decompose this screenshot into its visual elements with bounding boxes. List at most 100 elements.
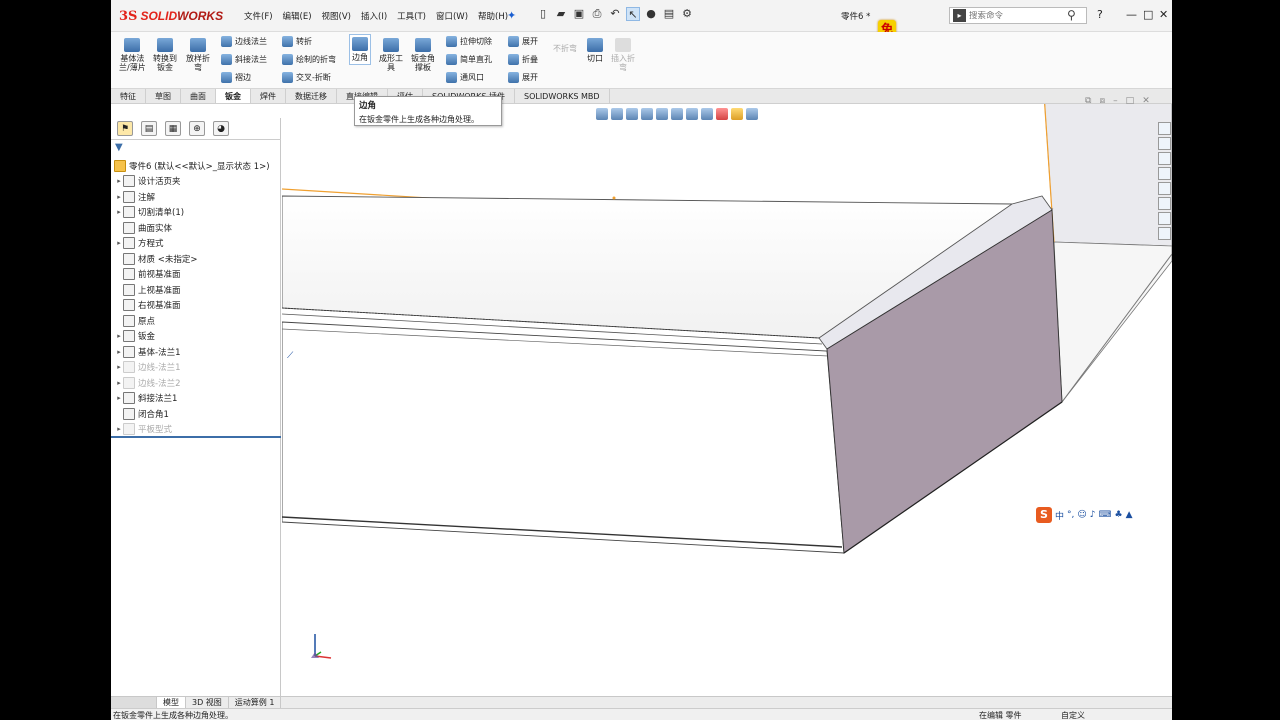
sheet-metal-gusset-button[interactable]: 钣金角 撑板	[411, 38, 435, 72]
extra-pane-icon[interactable]	[1158, 227, 1171, 240]
filter-icon[interactable]: ▼	[115, 142, 123, 153]
expand-arrow-icon[interactable]: ▸	[115, 379, 123, 387]
convert-to-sheet-metal-button[interactable]: 转换到 钣金	[153, 38, 177, 72]
sogou-logo-icon[interactable]: S	[1036, 507, 1052, 523]
tab-sketch[interactable]: 草图	[146, 89, 181, 103]
edge-flange-button[interactable]: 边线法兰	[221, 36, 267, 47]
tab-model[interactable]: 模型	[157, 697, 186, 708]
expand-arrow-icon[interactable]: ▸	[115, 363, 123, 371]
viewport-tile-icon[interactable]: ⧈	[1099, 96, 1105, 106]
tab-features[interactable]: 特征	[111, 89, 146, 103]
solidworks-forum-icon[interactable]	[1158, 212, 1171, 225]
tab-solidworks-mbd[interactable]: SOLIDWORKS MBD	[515, 89, 610, 103]
jog-button[interactable]: 转折	[282, 36, 312, 47]
tree-item[interactable]: ▸ 平板型式	[115, 422, 172, 437]
view-orientation-icon[interactable]	[671, 108, 683, 120]
flatten-button[interactable]: 展开	[508, 72, 538, 83]
unfold-button[interactable]: 展开	[508, 36, 538, 47]
file-explorer-icon[interactable]	[1158, 152, 1171, 165]
feature-tree-tab-icon[interactable]: ⚑	[117, 121, 133, 136]
ime-skin-icon[interactable]: ♣	[1115, 510, 1123, 520]
apply-scene-icon[interactable]	[731, 108, 743, 120]
viewport-restore-icon[interactable]: ⧉	[1085, 96, 1091, 106]
vent-button[interactable]: 通风口	[446, 72, 484, 83]
tab-surfaces[interactable]: 曲面	[181, 89, 216, 103]
tree-item[interactable]: 材质 <未指定>	[115, 251, 197, 266]
insert-bends-button[interactable]: 插入折 弯	[611, 38, 635, 72]
cross-break-button[interactable]: 交叉-折断	[282, 72, 331, 83]
view-settings-icon[interactable]	[746, 108, 758, 120]
tree-item[interactable]: 右视基准面	[115, 298, 181, 313]
zoom-to-fit-icon[interactable]	[596, 108, 608, 120]
menu-insert[interactable]: 插入(I)	[356, 10, 392, 22]
display-style-icon[interactable]	[686, 108, 698, 120]
expand-arrow-icon[interactable]: ▸	[115, 239, 123, 247]
tree-item[interactable]: 上视基准面	[115, 282, 181, 297]
open-folder-icon[interactable]: ▰	[554, 7, 568, 21]
hem-button[interactable]: 褶边	[221, 72, 251, 83]
miter-flange-button[interactable]: 斜接法兰	[221, 54, 267, 65]
hide-show-items-icon[interactable]	[701, 108, 713, 120]
zoom-to-area-icon[interactable]	[611, 108, 623, 120]
expand-arrow-icon[interactable]: ▸	[115, 394, 123, 402]
view-palette-icon[interactable]	[1158, 167, 1171, 180]
property-manager-tab-icon[interactable]: ▤	[141, 121, 157, 136]
menu-view[interactable]: 视图(V)	[317, 10, 356, 22]
expand-arrow-icon[interactable]: ▸	[115, 193, 123, 201]
help-icon[interactable]: ?	[1097, 8, 1103, 21]
solidworks-resources-icon[interactable]	[1158, 122, 1171, 135]
expand-arrow-icon[interactable]: ▸	[115, 348, 123, 356]
rip-button[interactable]: 切口	[587, 38, 603, 63]
tab-weldments[interactable]: 焊件	[251, 89, 286, 103]
ime-settings-icon[interactable]: ▲	[1126, 510, 1133, 520]
menu-window[interactable]: 窗口(W)	[431, 10, 473, 22]
ime-mode[interactable]: 中	[1055, 509, 1064, 522]
viewport-close-icon[interactable]: ✕	[1142, 96, 1150, 106]
previous-view-icon[interactable]	[626, 108, 638, 120]
tree-item[interactable]: ▸ 切割清单(1)	[115, 205, 184, 220]
select-cursor-icon[interactable]: ↖	[626, 7, 640, 21]
file-properties-icon[interactable]: ▤	[662, 7, 676, 21]
viewport-minimize-icon[interactable]: –	[1113, 96, 1118, 106]
search-input[interactable]	[969, 10, 1059, 21]
configuration-manager-tab-icon[interactable]: ▦	[165, 121, 181, 136]
sketched-bend-button[interactable]: 绘制的折弯	[282, 54, 336, 65]
edit-appearance-icon[interactable]	[716, 108, 728, 120]
expand-arrow-icon[interactable]: ▸	[115, 425, 123, 433]
rebuild-icon[interactable]: ●	[644, 7, 658, 21]
graphics-area[interactable]: ⟋	[282, 104, 1172, 696]
tab-scroll-arrows[interactable]	[111, 697, 157, 708]
forming-tool-button[interactable]: 成形工 具	[379, 38, 403, 72]
simple-hole-button[interactable]: 简单直孔	[446, 54, 492, 65]
tree-item[interactable]: ▸ 斜接法兰1	[115, 391, 177, 406]
dimxpert-tab-icon[interactable]: ⊕	[189, 121, 205, 136]
display-manager-tab-icon[interactable]: ◕	[213, 121, 229, 136]
custom-properties-icon[interactable]	[1158, 197, 1171, 210]
tree-item[interactable]: 闭合角1	[115, 406, 169, 421]
fold-button[interactable]: 折叠	[508, 54, 538, 65]
tree-item[interactable]: 原点	[115, 313, 155, 328]
menu-edit[interactable]: 编辑(E)	[278, 10, 317, 22]
ime-voice-icon[interactable]: ♪	[1090, 510, 1096, 520]
tab-motion-study-1[interactable]: 运动算例 1	[229, 697, 282, 708]
no-bends-button[interactable]: 不折弯	[553, 44, 577, 53]
expand-arrow-icon[interactable]: ▸	[115, 208, 123, 216]
pin-menu-icon[interactable]: ✦	[507, 9, 516, 22]
tree-item[interactable]: ▸ 钣金	[115, 329, 155, 344]
tab-sheet-metal[interactable]: 钣金	[216, 89, 251, 103]
tree-item[interactable]: ▸ 边线-法兰2	[115, 375, 180, 390]
minimize-button[interactable]: —	[1126, 8, 1137, 21]
corners-button[interactable]: 边角	[349, 34, 371, 65]
expand-arrow-icon[interactable]: ▸	[115, 332, 123, 340]
maximize-button[interactable]: □	[1143, 8, 1153, 21]
viewport-maximize-icon[interactable]: □	[1126, 96, 1135, 106]
tree-item[interactable]: ▸ 设计活页夹	[115, 174, 181, 189]
appearances-icon[interactable]	[1158, 182, 1171, 195]
expand-arrow-icon[interactable]: ▸	[115, 177, 123, 185]
dynamic-annotation-icon[interactable]	[656, 108, 668, 120]
status-units[interactable]: 自定义	[1061, 710, 1085, 720]
tree-item[interactable]: ▸ 注解	[115, 189, 155, 204]
tree-item[interactable]: ▸ 方程式	[115, 236, 164, 251]
print-icon[interactable]: ⎙	[590, 7, 604, 21]
tree-item[interactable]: 前视基准面	[115, 267, 181, 282]
